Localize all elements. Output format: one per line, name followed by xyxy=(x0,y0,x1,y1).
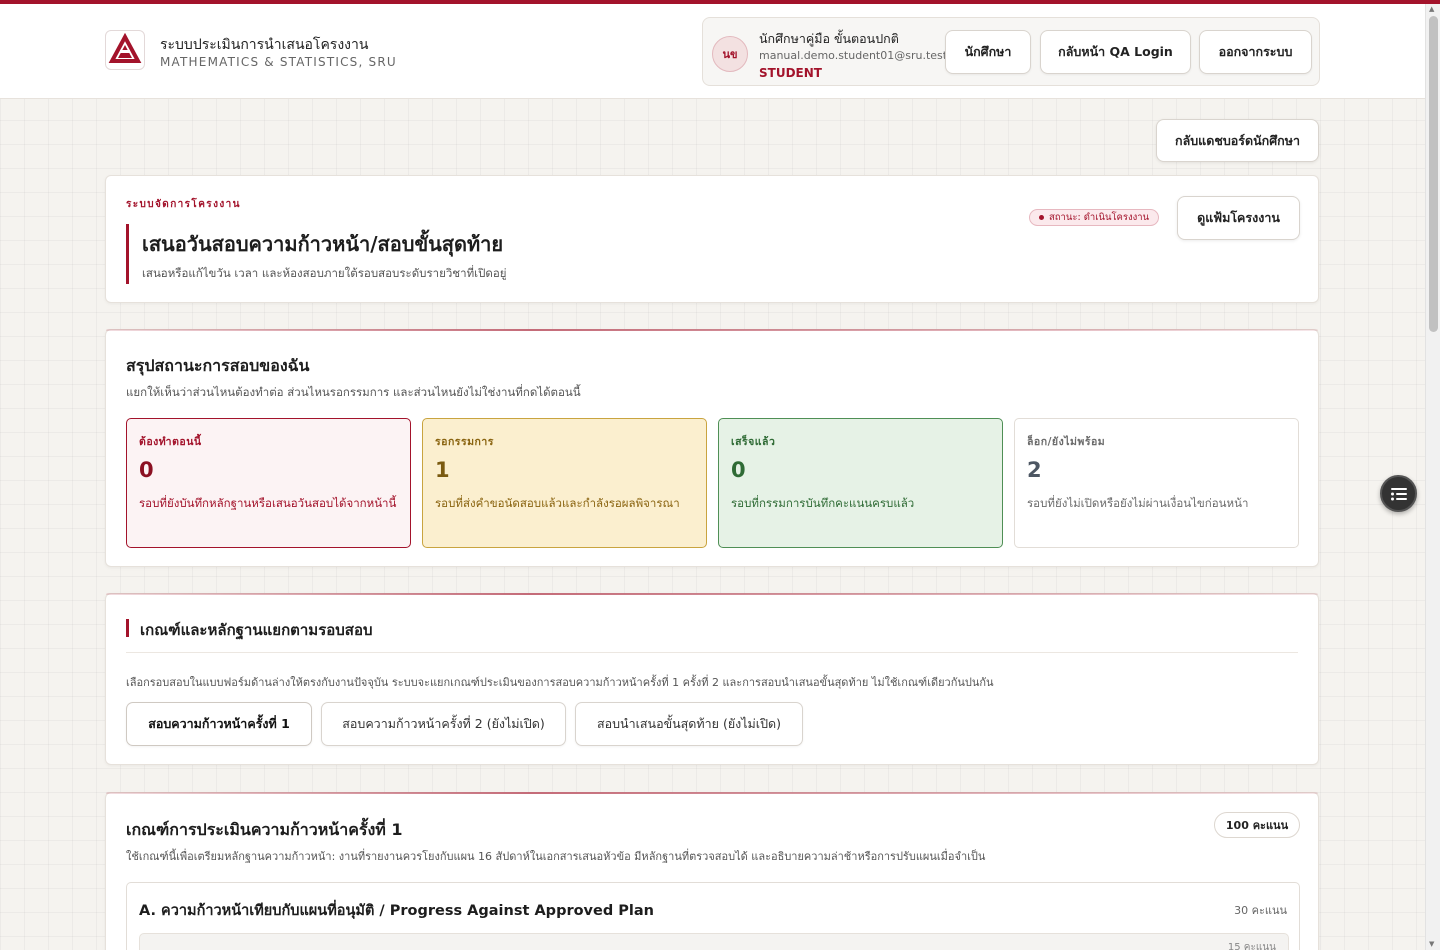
stat-value: 2 xyxy=(1027,458,1042,482)
back-dashboard-button[interactable]: กลับแดชบอร์ดนักศึกษา xyxy=(1156,119,1319,162)
hero-accent-bar xyxy=(126,224,129,284)
rubric-points-badge: 100 คะแนน xyxy=(1214,812,1300,838)
user-email: manual.demo.student01@sru.test xyxy=(759,49,948,62)
avatar: นข xyxy=(712,36,748,72)
qa-login-button[interactable]: กลับหน้า QA Login xyxy=(1040,30,1191,74)
tab-final[interactable]: สอบนำเสนอขั้นสุดท้าย (ยังไม่เปิด) xyxy=(575,702,803,746)
stat-description: รอบที่กรรมการบันทึกคะแนนครบแล้ว xyxy=(731,496,915,510)
checklist-fab-icon[interactable] xyxy=(1380,475,1417,512)
page-title: เสนอวันสอบความก้าวหน้า/สอบขั้นสุดท้าย xyxy=(142,232,504,256)
stat-description: รอบที่ยังบันทึกหลักฐานหรือเสนอวันสอบได้จ… xyxy=(139,496,397,510)
page-subtitle: เสนอหรือแก้ไขวัน เวลา และห้องสอบภายใต้รอ… xyxy=(142,266,507,280)
tab-progress-2[interactable]: สอบความก้าวหน้าครั้งที่ 2 (ยังไม่เปิด) xyxy=(321,702,566,746)
scroll-down-arrow-icon[interactable]: ▼ xyxy=(1429,940,1434,948)
rubric-item-points: 15 คะแนน xyxy=(1227,942,1276,950)
exam-summary-card: สรุปสถานะการสอบของฉัน แยกให้เห็นว่าส่วนไ… xyxy=(105,329,1319,567)
stat-card-done: เสร็จแล้ว 0 รอบที่กรรมการบันทึกคะแนนครบแ… xyxy=(718,418,1003,548)
criteria-section-card: เกณฑ์และหลักฐานแยกตามรอบสอบ เลือกรอบสอบใ… xyxy=(105,593,1319,765)
stat-description: รอบที่ส่งคำขอนัดสอบแล้วและกำลังรอผลพิจาร… xyxy=(435,496,680,510)
stat-value: 0 xyxy=(139,458,154,482)
brand-logo-icon[interactable] xyxy=(105,30,145,70)
stat-card-todo: ต้องทำตอนนี้ 0 รอบที่ยังบันทึกหลักฐานหรื… xyxy=(126,418,411,548)
tab-progress-1[interactable]: สอบความก้าวหน้าครั้งที่ 1 xyxy=(126,702,312,746)
summary-title: สรุปสถานะการสอบของฉัน xyxy=(126,356,310,375)
section-accent-bar xyxy=(126,619,129,637)
stat-label: ล็อก/ยังไม่พร้อม xyxy=(1027,436,1106,448)
hero-eyebrow: ระบบจัดการโครงงาน xyxy=(126,199,241,210)
stat-card-waiting: รอกรรมการ 1 รอบที่ส่งคำขอนัดสอบแล้วและกำ… xyxy=(422,418,707,548)
rubric-description: ใช้เกณฑ์นี้เพื่อเตรียมหลักฐานความก้าวหน้… xyxy=(126,850,986,863)
stat-label: รอกรรมการ xyxy=(435,436,494,448)
section-divider xyxy=(126,652,1298,653)
user-panel: นข นักศึกษาคู่มือ ขั้นตอนปกติ manual.dem… xyxy=(702,17,1320,86)
stat-card-locked: ล็อก/ยังไม่พร้อม 2 รอบที่ยังไม่เปิดหรือย… xyxy=(1014,418,1299,548)
rubric-title: เกณฑ์การประเมินความก้าวหน้าครั้งที่ 1 xyxy=(126,820,403,839)
scroll-up-arrow-icon[interactable]: ▲ xyxy=(1429,5,1434,13)
rubric-item-row: 15 คะแนน xyxy=(139,933,1289,950)
user-name: นักศึกษาคู่มือ ขั้นตอนปกติ xyxy=(759,31,899,46)
stat-label: เสร็จแล้ว xyxy=(731,436,776,448)
status-dot-icon xyxy=(1039,215,1044,220)
criteria-section-title: เกณฑ์และหลักฐานแยกตามรอบสอบ xyxy=(140,621,373,639)
brand-subtitle: MATHEMATICS & STATISTICS, SRU xyxy=(160,55,397,69)
summary-description: แยกให้เห็นว่าส่วนไหนต้องทำต่อ ส่วนไหนรอก… xyxy=(126,385,581,399)
stat-label: ต้องทำตอนนี้ xyxy=(139,436,202,448)
stat-value: 1 xyxy=(435,458,450,482)
page-scrollbar[interactable]: ▲ ▼ xyxy=(1425,4,1440,950)
student-button[interactable]: นักศึกษา xyxy=(945,30,1031,74)
stat-value: 0 xyxy=(731,458,746,482)
page-hero-card: ระบบจัดการโครงงาน เสนอวันสอบความก้าวหน้า… xyxy=(105,175,1319,303)
criteria-section-description: เลือกรอบสอบในแบบฟอร์มด้านล่างให้ตรงกับงา… xyxy=(126,676,994,689)
rubric-card: เกณฑ์การประเมินความก้าวหน้าครั้งที่ 1 10… xyxy=(105,792,1319,950)
rubric-section-a-title: A. ความก้าวหน้าเทียบกับแผนที่อนุมัติ / P… xyxy=(139,903,654,919)
stat-description: รอบที่ยังไม่เปิดหรือยังไม่ผ่านเงื่อนไขก่… xyxy=(1027,496,1249,510)
user-role: STUDENT xyxy=(759,66,822,80)
status-badge: สถานะ: ดำเนินโครงงาน xyxy=(1029,209,1160,226)
logout-button[interactable]: ออกจากระบบ xyxy=(1199,30,1312,74)
scrollbar-thumb[interactable] xyxy=(1429,16,1438,332)
rubric-section-a: A. ความก้าวหน้าเทียบกับแผนที่อนุมัติ / P… xyxy=(126,882,1300,950)
status-badge-label: สถานะ: ดำเนินโครงงาน xyxy=(1049,212,1150,223)
view-portfolio-button[interactable]: ดูแฟ้มโครงงาน xyxy=(1177,196,1300,240)
brand-title: ระบบประเมินการนำเสนอโครงงาน xyxy=(160,37,369,53)
app-header: ระบบประเมินการนำเสนอโครงงาน MATHEMATICS … xyxy=(0,4,1425,99)
rubric-section-a-points: 30 คะแนน xyxy=(1234,904,1287,917)
